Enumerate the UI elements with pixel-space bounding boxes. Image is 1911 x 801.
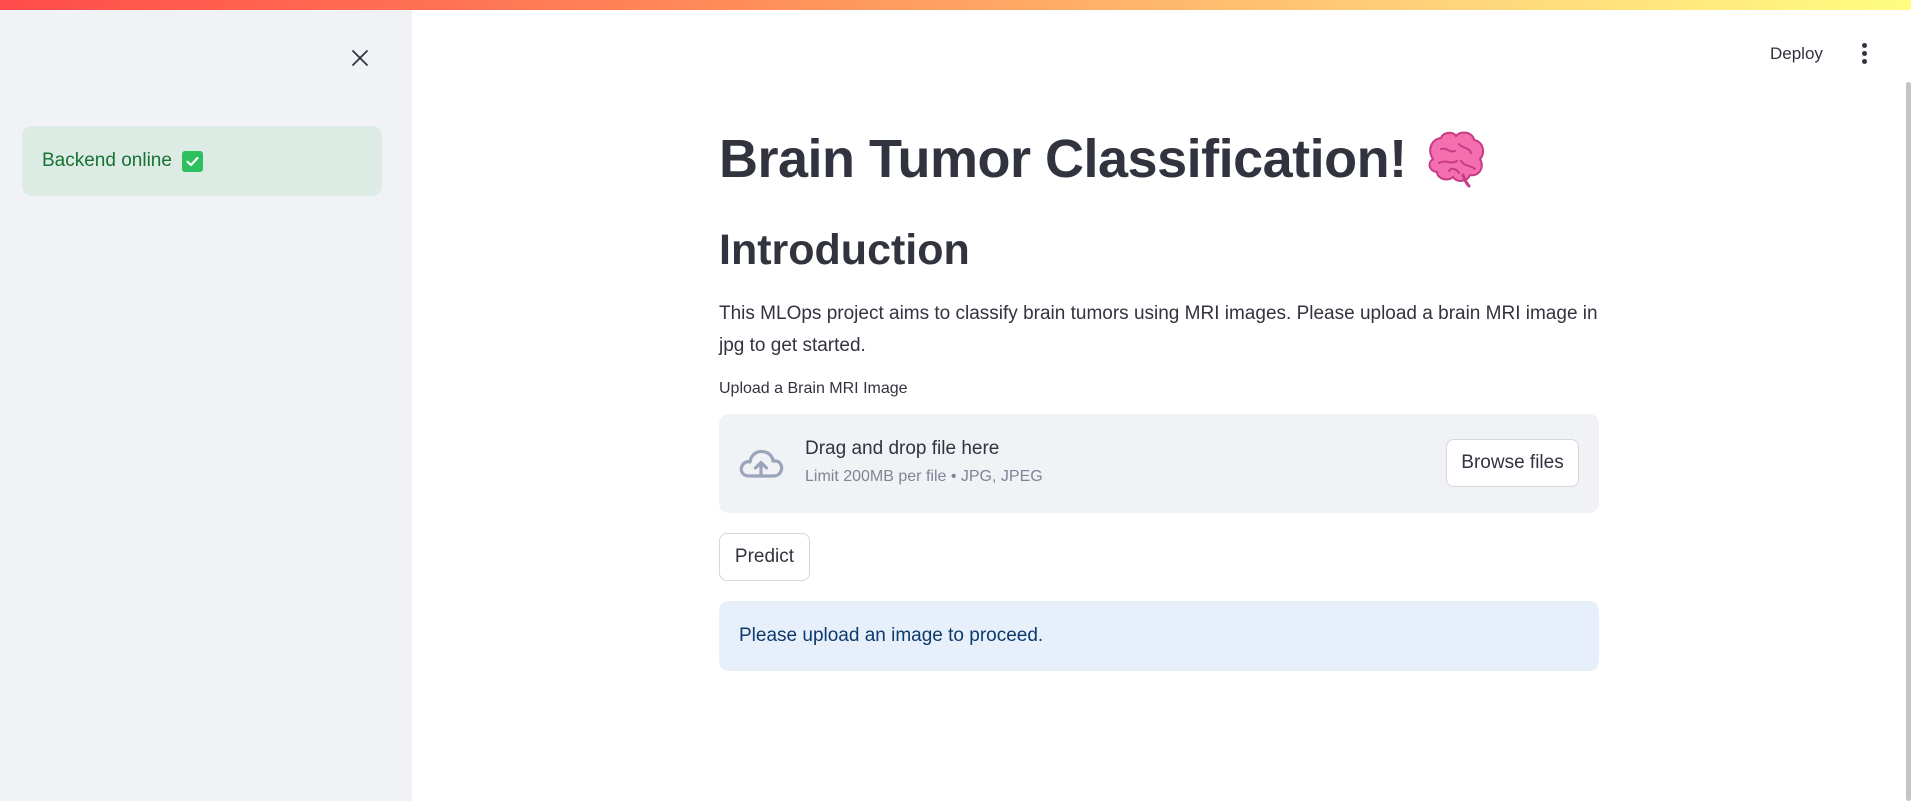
close-sidebar-button[interactable] (344, 42, 376, 74)
main-content: Brain Tumor Classification! Introduction… (719, 120, 1599, 671)
sidebar: Backend online (0, 0, 412, 801)
info-alert: Please upload an image to proceed. (719, 601, 1599, 671)
top-decoration-bar (0, 0, 1911, 10)
dropzone-text-block: Drag and drop file here Limit 200MB per … (805, 438, 1043, 486)
file-dropzone[interactable]: Drag and drop file here Limit 200MB per … (719, 414, 1599, 513)
page-title-text: Brain Tumor Classification! (719, 129, 1407, 189)
browse-files-button[interactable]: Browse files (1446, 439, 1579, 487)
cloud-upload-icon (739, 449, 784, 478)
dropzone-instruction: Drag and drop file here (805, 438, 1000, 459)
info-alert-text: Please upload an image to proceed. (739, 625, 1044, 646)
page-title: Brain Tumor Classification! (719, 120, 1599, 198)
deploy-button[interactable]: Deploy (1770, 40, 1823, 68)
check-box-icon (181, 150, 203, 172)
section-heading-introduction: Introduction (719, 225, 970, 274)
main-menu-button[interactable] (1852, 38, 1876, 68)
intro-paragraph: This MLOps project aims to classify brai… (719, 303, 1598, 356)
upload-label: Upload a Brain MRI Image (719, 380, 908, 397)
backend-status-text: Backend online (42, 150, 172, 171)
predict-button[interactable]: Predict (719, 533, 810, 581)
brain-icon (1423, 129, 1487, 189)
vertical-dots-icon (1861, 42, 1867, 48)
scrollbar[interactable] (1906, 82, 1911, 801)
close-icon (352, 50, 368, 66)
backend-status-box: Backend online (22, 126, 382, 196)
dropzone-limit-text: Limit 200MB per file • JPG, JPEG (805, 468, 1043, 485)
